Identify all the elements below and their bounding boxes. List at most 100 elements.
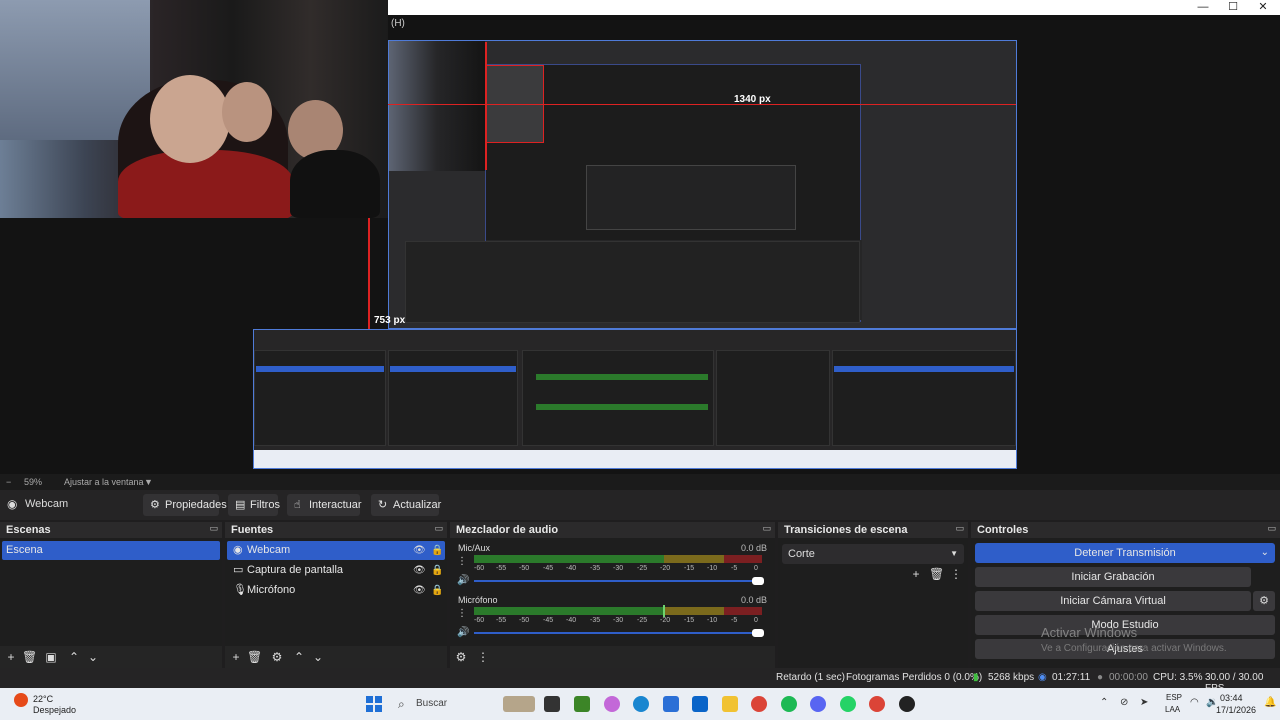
- advanced-audio-icon[interactable]: ⚙: [454, 650, 468, 664]
- sources-header: Fuentes ▭: [225, 522, 447, 538]
- stop-stream-button[interactable]: Detener Transmisión ⌄: [975, 543, 1275, 563]
- scenes-header: Escenas ▭: [0, 522, 222, 538]
- copilot-icon[interactable]: [604, 696, 620, 712]
- source-item-screen-capture[interactable]: ▭ Captura de pantalla 👁 🔒: [227, 561, 445, 580]
- trash-icon[interactable]: 🗑: [929, 567, 944, 581]
- undock-icon[interactable]: ▭: [955, 523, 964, 534]
- add-icon[interactable]: +: [229, 650, 243, 664]
- weather-description: Despejado: [33, 705, 77, 715]
- fit-window-option[interactable]: Ajustar a la ventana: [64, 477, 144, 487]
- webcam-icon: ◉: [233, 544, 243, 556]
- refresh-button[interactable]: ↻ Actualizar: [371, 494, 441, 516]
- filters-button[interactable]: ▤ Filtros: [228, 494, 280, 516]
- source-item-microphone[interactable]: 🎙 Micrófono 👁 🔒: [227, 581, 445, 600]
- obs-icon[interactable]: [899, 696, 915, 712]
- webcam-source-image[interactable]: [0, 0, 388, 218]
- menu-icon[interactable]: ⋮: [949, 567, 963, 581]
- virtual-camera-settings-button[interactable]: ⚙: [1253, 591, 1275, 611]
- chevron-down-icon[interactable]: ⌄: [1261, 543, 1269, 563]
- nested-webcam-image: [389, 41, 485, 171]
- undock-icon[interactable]: ▭: [1267, 523, 1276, 534]
- whatsapp-icon[interactable]: [840, 696, 856, 712]
- move-up-icon[interactable]: ⌃: [67, 650, 81, 664]
- slider-handle[interactable]: [752, 577, 764, 585]
- interact-button[interactable]: ☝ Interactuar: [287, 494, 362, 516]
- menu-icon[interactable]: ⋮: [476, 650, 490, 664]
- gear-icon[interactable]: ⚙: [270, 650, 284, 664]
- width-guide-line: [388, 104, 1016, 105]
- transition-select[interactable]: Corte ▼: [782, 544, 964, 564]
- chevron-up-icon[interactable]: ⌃: [1100, 697, 1108, 708]
- lock-icon[interactable]: 🔒: [431, 561, 443, 580]
- transitions-body: Corte ▼ + 🗑 ⋮: [778, 538, 968, 668]
- properties-button[interactable]: ⚙ Propiedades: [143, 494, 227, 516]
- mixer-menu-icon[interactable]: ⋮: [457, 608, 467, 619]
- task-view-icon[interactable]: [544, 696, 560, 712]
- move-down-icon[interactable]: ⌄: [311, 650, 325, 664]
- cpu-status: CPU: 3.5%: [1153, 672, 1203, 683]
- undock-icon[interactable]: ▭: [762, 523, 771, 534]
- signal-icon: ▮: [973, 672, 979, 683]
- speaker-icon[interactable]: 🔊: [457, 627, 469, 638]
- chrome-profile-icon[interactable]: [869, 696, 885, 712]
- scenes-footer: + 🗑 ▣ ⌃ ⌄: [0, 646, 222, 668]
- eye-icon[interactable]: 👁: [413, 561, 426, 580]
- maximize-button[interactable]: ☐: [1218, 0, 1248, 15]
- store-icon[interactable]: [663, 696, 679, 712]
- mixer-menu-icon[interactable]: ⋮: [457, 556, 467, 567]
- spotify-icon[interactable]: [781, 696, 797, 712]
- zoom-dropdown-icon[interactable]: ▼: [144, 477, 153, 487]
- speaker-icon[interactable]: 🔊: [457, 575, 469, 586]
- slider-handle[interactable]: [752, 629, 764, 637]
- windows-start-icon[interactable]: [366, 696, 382, 712]
- undock-icon[interactable]: ▭: [209, 523, 218, 534]
- minimize-button[interactable]: —: [1188, 0, 1218, 15]
- transitions-dock: Transiciones de escena ▭ Corte ▼ + 🗑 ⋮: [778, 522, 968, 668]
- start-recording-button[interactable]: Iniciar Grabación: [975, 567, 1251, 587]
- zoom-out-button[interactable]: −: [6, 477, 11, 487]
- scene-item[interactable]: Escena: [2, 541, 220, 560]
- microphone-icon: 🎙: [233, 584, 247, 596]
- edge-icon[interactable]: [633, 696, 649, 712]
- channel-name: Micrófono: [458, 595, 498, 605]
- mixer-footer: ⚙ ⋮: [450, 646, 775, 668]
- add-icon[interactable]: +: [4, 650, 18, 664]
- minecraft-icon[interactable]: [574, 696, 590, 712]
- lock-icon[interactable]: 🔒: [431, 541, 443, 560]
- start-virtual-camera-button[interactable]: Iniciar Cámara Virtual: [975, 591, 1251, 611]
- network-off-icon[interactable]: ⊘: [1120, 697, 1128, 708]
- wifi-icon[interactable]: ◠: [1190, 697, 1199, 708]
- filter-icon[interactable]: ▣: [44, 650, 58, 664]
- chrome-icon[interactable]: [751, 696, 767, 712]
- record-time: 00:00:00: [1109, 672, 1148, 683]
- file-explorer-icon[interactable]: [722, 696, 738, 712]
- crop-guide-line: [485, 42, 487, 170]
- move-down-icon[interactable]: ⌄: [86, 650, 100, 664]
- discord-icon[interactable]: [810, 696, 826, 712]
- outlook-icon[interactable]: [692, 696, 708, 712]
- screen-capture-source[interactable]: [388, 40, 1017, 329]
- monitor-icon: ▭: [233, 564, 244, 576]
- close-button[interactable]: ✕: [1248, 0, 1278, 15]
- move-up-icon[interactable]: ⌃: [292, 650, 306, 664]
- search-highlight-icon[interactable]: [503, 696, 535, 712]
- lock-icon[interactable]: 🔒: [431, 581, 443, 600]
- chevron-down-icon: ▼: [950, 549, 958, 558]
- eye-icon[interactable]: 👁: [413, 541, 426, 560]
- weather-icon[interactable]: [14, 693, 28, 707]
- trash-icon[interactable]: 🗑: [22, 650, 37, 664]
- volume-slider[interactable]: [474, 577, 764, 585]
- notifications-icon[interactable]: 🔔: [1264, 697, 1276, 708]
- clock-time[interactable]: 03:44: [1220, 693, 1243, 703]
- language-code[interactable]: ESP: [1166, 693, 1182, 702]
- undock-icon[interactable]: ▭: [434, 523, 443, 534]
- clock-date[interactable]: 17/1/2026: [1216, 705, 1256, 715]
- add-icon[interactable]: +: [909, 567, 923, 581]
- source-item-webcam[interactable]: ◉ Webcam 👁 🔒: [227, 541, 445, 560]
- obs-window: — ☐ ✕ (H) 1340 px 753 px − 59% Ajustar a…: [0, 0, 1280, 720]
- location-icon[interactable]: ➤: [1140, 697, 1148, 708]
- eye-icon[interactable]: 👁: [413, 581, 426, 600]
- language-layout[interactable]: LAA: [1165, 705, 1180, 714]
- trash-icon[interactable]: 🗑: [247, 650, 262, 664]
- volume-slider[interactable]: [474, 629, 764, 637]
